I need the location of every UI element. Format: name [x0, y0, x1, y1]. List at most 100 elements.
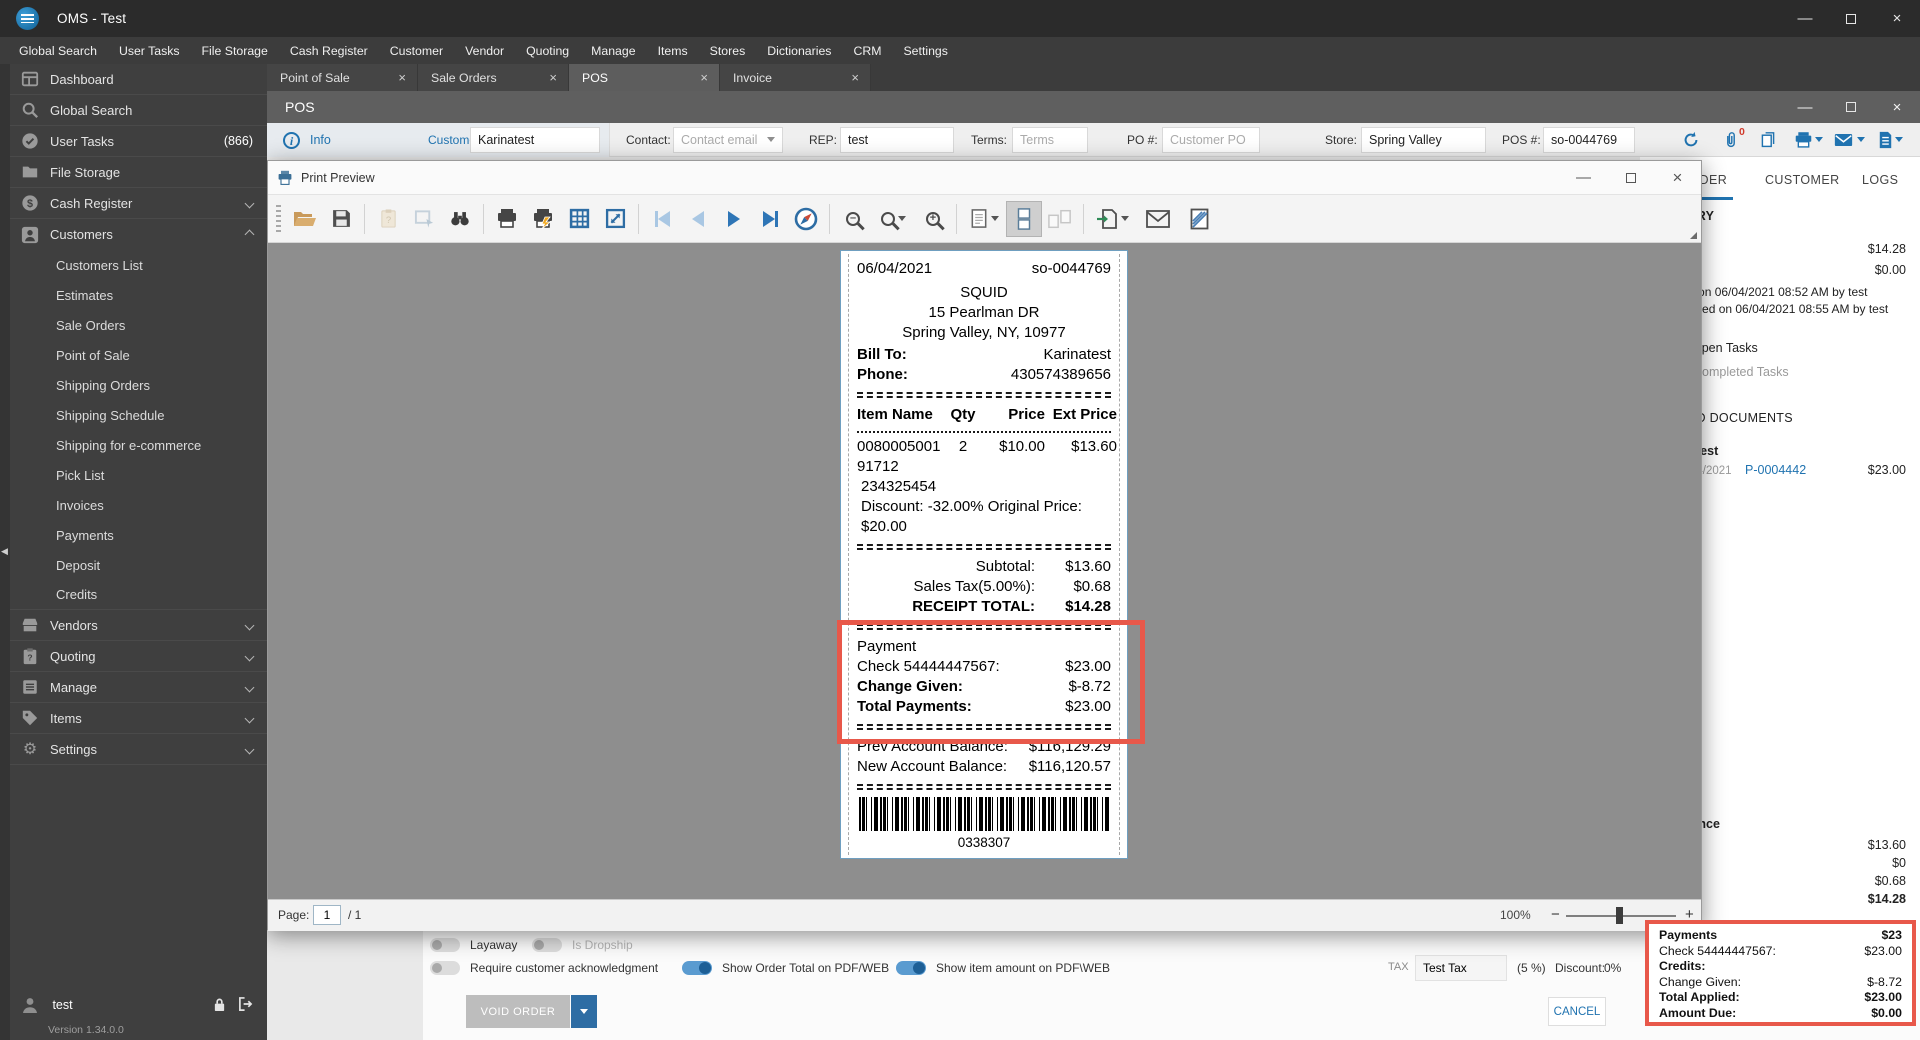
menu-user-tasks[interactable]: User Tasks: [108, 37, 191, 64]
sidebar-item-shipping-orders[interactable]: Shipping Orders: [10, 370, 267, 400]
cancel-button[interactable]: CANCEL: [1548, 997, 1606, 1026]
menu-customer[interactable]: Customer: [379, 37, 454, 64]
menu-stores[interactable]: Stores: [699, 37, 757, 64]
customize-grid-icon[interactable]: [561, 201, 597, 237]
menu-file-storage[interactable]: File Storage: [191, 37, 279, 64]
page-input[interactable]: [313, 905, 341, 925]
sidebar-item-shipping-schedule[interactable]: Shipping Schedule: [10, 400, 267, 430]
zoom-slider-thumb[interactable]: [1616, 907, 1623, 924]
toolbar-overflow-handle[interactable]: [1690, 232, 1697, 239]
close-tab-icon[interactable]: ×: [697, 70, 711, 85]
sidebar-item-customers[interactable]: Customers: [10, 219, 267, 250]
maximize-icon[interactable]: [1828, 0, 1874, 37]
require-ack-toggle[interactable]: [430, 961, 460, 975]
sidebar-item-global-search[interactable]: Global Search: [10, 95, 267, 126]
menu-manage[interactable]: Manage: [580, 37, 646, 64]
fit-to-page-icon[interactable]: [597, 201, 633, 237]
sidebar-item-quoting[interactable]: ? Quoting: [10, 641, 267, 672]
sidebar-item-vendors[interactable]: Vendors: [10, 610, 267, 641]
sidebar-item-dashboard[interactable]: Dashboard: [10, 64, 267, 95]
find-icon[interactable]: [442, 201, 478, 237]
mail-dropdown-icon[interactable]: [1857, 137, 1865, 142]
sidebar-item-cash-register[interactable]: $ Cash Register: [10, 188, 267, 219]
pos-minimize-icon[interactable]: —: [1782, 91, 1828, 123]
page-setup-icon[interactable]: [406, 201, 442, 237]
zoom-out-icon[interactable]: –: [835, 201, 871, 237]
clipboard-help-icon[interactable]: ?: [370, 201, 406, 237]
sidebar-item-point-of-sale[interactable]: Point of Sale: [10, 340, 267, 370]
menu-global-search[interactable]: Global Search: [8, 37, 108, 64]
menu-crm[interactable]: CRM: [842, 37, 892, 64]
pos-close-icon[interactable]: ×: [1874, 91, 1920, 123]
tax-input[interactable]: [1415, 955, 1507, 981]
sidebar-item-items[interactable]: Items: [10, 703, 267, 734]
dialog-maximize-icon[interactable]: [1607, 161, 1654, 195]
lock-icon[interactable]: [213, 997, 226, 1012]
menu-settings[interactable]: Settings: [892, 37, 958, 64]
print-icon[interactable]: [489, 201, 525, 237]
tab-invoice[interactable]: Invoice ×: [720, 64, 871, 91]
document-dropdown-icon[interactable]: [1895, 137, 1903, 142]
mail-icon[interactable]: [1831, 129, 1855, 151]
close-tab-icon[interactable]: ×: [848, 70, 862, 85]
pos-number-input[interactable]: [1543, 127, 1635, 153]
previous-page-icon[interactable]: [680, 201, 716, 237]
minimize-icon[interactable]: —: [1782, 0, 1828, 37]
sidebar-item-customers-list[interactable]: Customers List: [10, 250, 267, 280]
rep-input[interactable]: [840, 127, 954, 153]
tab-sale-orders[interactable]: Sale Orders ×: [418, 64, 569, 91]
dialog-close-icon[interactable]: ×: [1654, 161, 1701, 195]
po-input[interactable]: [1162, 127, 1260, 153]
save-icon[interactable]: [323, 201, 359, 237]
sidebar-item-payments[interactable]: Payments: [10, 520, 267, 550]
sidebar-item-pick-list[interactable]: Pick List: [10, 460, 267, 490]
zoom-icon[interactable]: [871, 201, 915, 237]
first-page-icon[interactable]: [644, 201, 680, 237]
quick-print-icon[interactable]: [525, 201, 561, 237]
logout-icon[interactable]: [238, 996, 253, 1012]
close-tab-icon[interactable]: ×: [546, 70, 560, 85]
facing-view-icon[interactable]: [1042, 201, 1078, 237]
print-icon[interactable]: [1791, 129, 1815, 151]
menu-quoting[interactable]: Quoting: [515, 37, 580, 64]
discount-value[interactable]: 0%: [1604, 961, 1621, 975]
layaway-toggle[interactable]: [430, 938, 460, 952]
menu-vendor[interactable]: Vendor: [454, 37, 515, 64]
sidebar-item-estimates[interactable]: Estimates: [10, 280, 267, 310]
store-input[interactable]: [1361, 127, 1486, 153]
menu-items[interactable]: Items: [647, 37, 699, 64]
tab-pos[interactable]: POS ×: [569, 64, 720, 91]
contact-dropdown-icon[interactable]: [767, 137, 775, 142]
menu-cash-register[interactable]: Cash Register: [279, 37, 379, 64]
last-page-icon[interactable]: [752, 201, 788, 237]
tab-logs[interactable]: LOGS: [1862, 173, 1898, 187]
customer-input[interactable]: [470, 127, 600, 153]
menu-dictionaries[interactable]: Dictionaries: [756, 37, 842, 64]
void-order-dropdown[interactable]: [571, 995, 597, 1028]
export-icon[interactable]: [1089, 201, 1135, 237]
close-tab-icon[interactable]: ×: [395, 70, 409, 85]
pos-restore-icon[interactable]: [1828, 91, 1874, 123]
navigator-icon[interactable]: [788, 201, 824, 237]
tab-point-of-sale[interactable]: Point of Sale ×: [267, 64, 418, 91]
sidebar-item-user-tasks[interactable]: User Tasks (866): [10, 126, 267, 157]
sidebar-collapse-rail[interactable]: ◀: [0, 64, 10, 1040]
sidebar-item-settings[interactable]: ⚙ Settings: [10, 734, 267, 765]
close-icon[interactable]: ×: [1874, 0, 1920, 37]
copy-icon[interactable]: [1756, 129, 1780, 151]
sidebar-item-sale-orders[interactable]: Sale Orders: [10, 310, 267, 340]
next-page-icon[interactable]: [716, 201, 752, 237]
print-dropdown-icon[interactable]: [1815, 137, 1823, 142]
zoom-in-icon[interactable]: +: [915, 201, 951, 237]
refresh-icon[interactable]: [1679, 129, 1703, 151]
document-link[interactable]: P-0004442: [1745, 463, 1806, 477]
void-order-button[interactable]: VOID ORDER: [466, 995, 570, 1028]
open-icon[interactable]: [287, 201, 323, 237]
page-view-icon[interactable]: [962, 201, 1006, 237]
sidebar-item-manage[interactable]: Manage: [10, 672, 267, 703]
tab-customer[interactable]: CUSTOMER: [1765, 173, 1840, 187]
collapse-arrow-icon[interactable]: ◀: [1, 546, 8, 557]
sidebar-item-deposit[interactable]: Deposit: [10, 550, 267, 580]
dialog-minimize-icon[interactable]: —: [1560, 161, 1607, 195]
sidebar-item-file-storage[interactable]: File Storage: [10, 157, 267, 188]
